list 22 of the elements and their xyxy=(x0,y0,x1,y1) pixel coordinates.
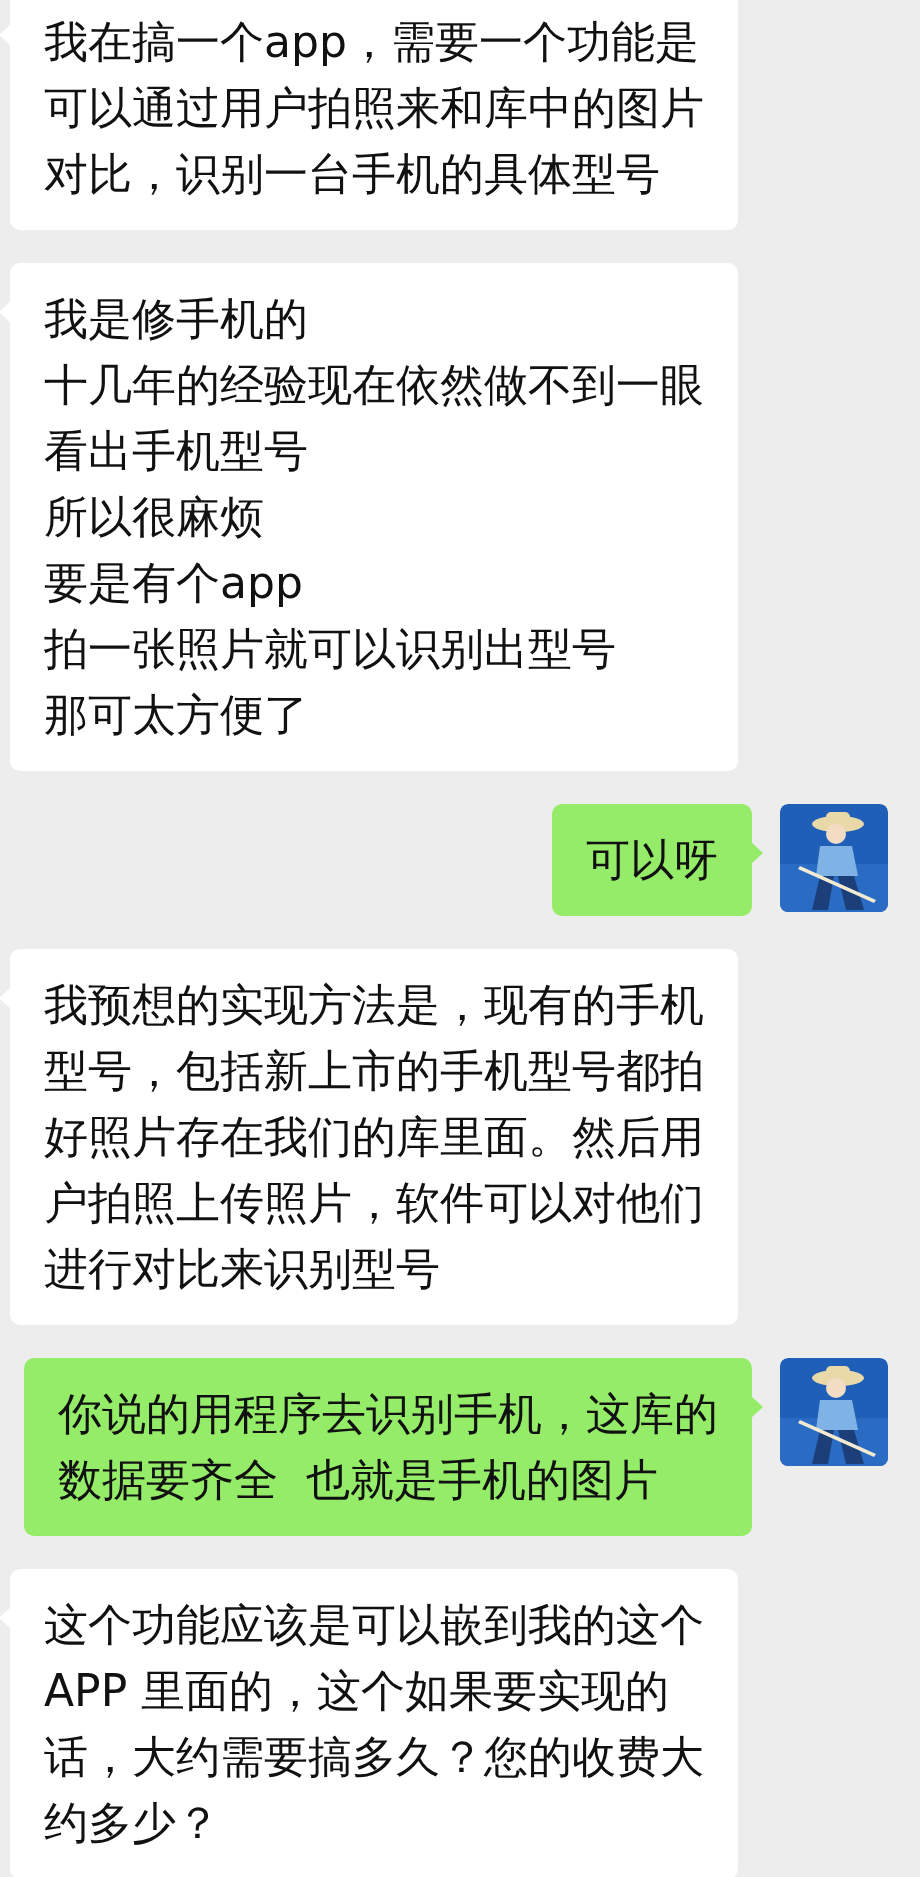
message-text-line: APP 里面的，这个如果要实现的 xyxy=(44,1664,671,1718)
message-text-line: 十几年的经验现在依然做不到一眼 xyxy=(44,358,704,412)
message-text-line: 所以很麻烦 xyxy=(44,490,265,544)
message-text-line: 户拍照上传照片，软件可以对他们 xyxy=(44,1176,704,1230)
message-text-line: 我预想的实现方法是，现有的手机 xyxy=(44,978,704,1032)
message-text-line: 拍一张照片就可以识别出型号 xyxy=(44,622,617,676)
message-text-line: 型号，包括新上市的手机型号都拍 xyxy=(44,1044,704,1098)
message-text-line: 那可太方便了 xyxy=(44,688,309,742)
message-text-line: 可以通过用户拍照来和库中的图片 xyxy=(44,81,704,135)
message-text-line: 你说的用程序去识别手机，这库的 xyxy=(58,1387,718,1441)
message-text-line: 对比，识别一台手机的具体型号 xyxy=(44,147,661,201)
message-text-line: 这个功能应该是可以嵌到我的这个 xyxy=(44,1598,704,1652)
message-text-line: 看出手机型号 xyxy=(44,424,309,478)
message-text-line: 我是修手机的 xyxy=(44,292,309,346)
message-text-line: 可以呀 xyxy=(586,833,718,887)
message-text-line: 我在搞一个app，需要一个功能是 xyxy=(44,15,700,69)
message-text-line: 要是有个app xyxy=(44,556,304,610)
message-text-line: 约多少？ xyxy=(44,1796,221,1850)
message-text-line: 话，大约需要搞多久？您的收费大 xyxy=(44,1730,704,1784)
message-text-line: 数据要齐全 也就是手机的图片 xyxy=(58,1453,659,1507)
message-text-line: 进行对比来识别型号 xyxy=(44,1242,441,1296)
message-text-line: 好照片存在我们的库里面。然后用 xyxy=(44,1110,704,1164)
